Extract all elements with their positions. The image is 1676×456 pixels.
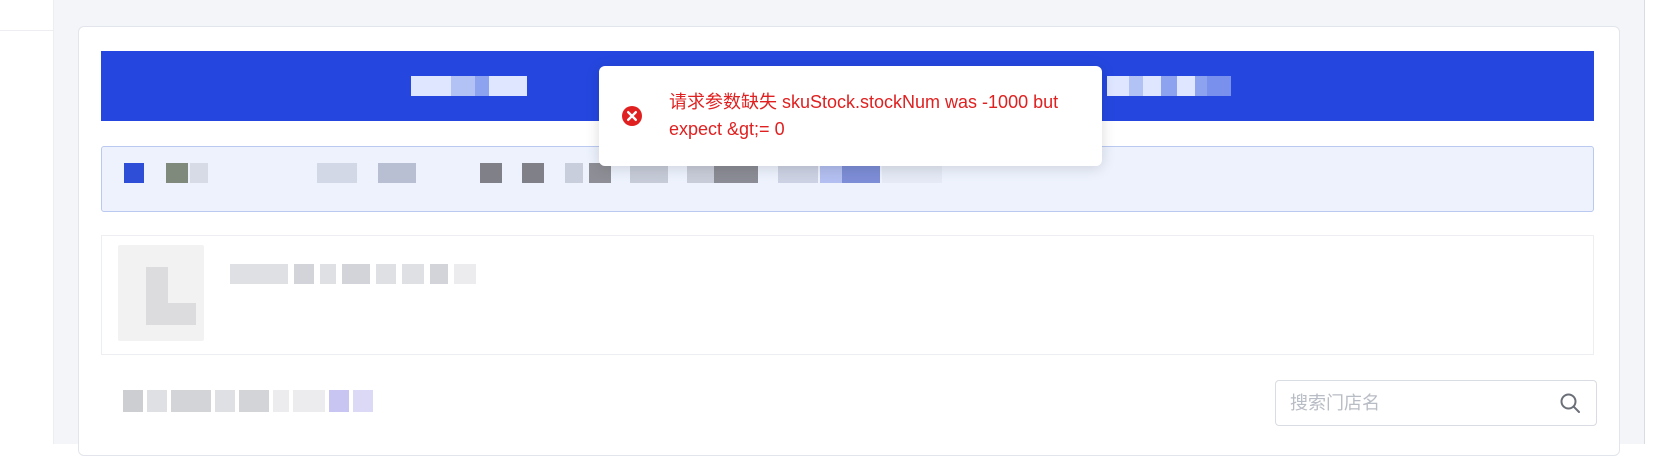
info-text-redacted [842,163,880,183]
nav-divider [0,30,54,31]
info-text-redacted [565,163,583,183]
info-text-redacted [778,163,818,183]
store-search[interactable] [1275,380,1597,426]
info-text-redacted [317,163,357,183]
info-text-redacted [190,163,208,183]
info-icon [124,163,144,183]
info-text-redacted [522,163,544,183]
info-text-redacted [589,163,611,183]
tab-right[interactable] [1107,76,1231,96]
product-title-redacted [230,264,476,284]
error-message: 请求参数缺失 skuStock.stockNum was -1000 but e… [669,92,1059,139]
info-text-redacted [630,163,668,183]
left-navigation [0,0,54,444]
filter-tabs-redacted [123,390,373,412]
tab-left[interactable] [411,76,527,96]
info-text-redacted [166,163,188,183]
search-input[interactable] [1290,392,1558,414]
info-text-redacted [882,163,942,183]
product-thumbnail [118,245,204,341]
info-text-redacted [480,163,502,183]
placeholder-image-icon-part [146,303,196,325]
error-toast: 请求参数缺失 skuStock.stockNum was -1000 but e… [599,66,1102,166]
error-circle-icon [621,105,643,127]
info-text-redacted [378,163,416,183]
info-text-redacted [820,163,842,183]
search-icon[interactable] [1558,391,1582,415]
info-text-redacted [714,163,758,183]
right-edge-panel [1644,0,1676,444]
product-row [101,235,1594,355]
